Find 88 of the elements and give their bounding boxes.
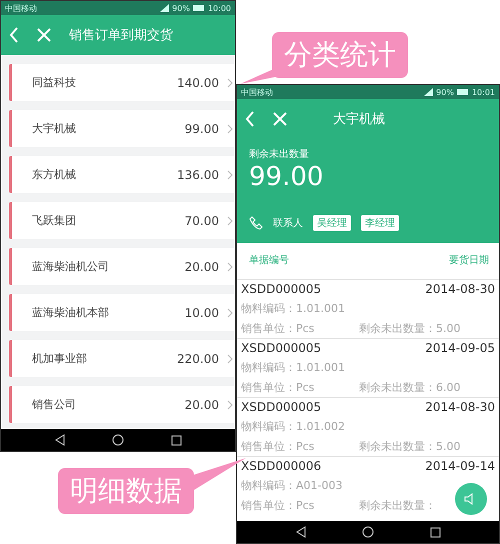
back-nav-icon[interactable] <box>54 434 66 446</box>
close-button[interactable] <box>37 28 51 42</box>
chevron-icon <box>227 308 233 318</box>
sales-unit: 销售单位：Pcs <box>241 321 314 336</box>
customer-name: 东方机械 <box>32 167 77 182</box>
amount-text: 136.00 <box>177 168 219 182</box>
material-code: 物料编码：1.01.002 <box>241 419 345 434</box>
customer-card[interactable]: 东方机械 136.00 <box>9 156 235 193</box>
back-button[interactable] <box>9 27 19 43</box>
customer-name: 销售公司 <box>32 397 77 412</box>
carrier-text: 中国移动 <box>241 86 273 98</box>
back-button[interactable] <box>245 111 255 127</box>
battery-text: 90% <box>436 88 454 96</box>
order-number: XSDD000005 <box>241 341 322 355</box>
amount-text: 20.00 <box>184 260 219 274</box>
order-row[interactable]: XSDD000005 2014-08-30 物料编码：1.01.002 销售单位：Pcs 剩余未出数量：5.00 <box>237 397 499 456</box>
remaining-quantity: 剩余未出数量：5.00 <box>359 439 460 454</box>
order-date: 2014-09-14 <box>425 459 495 473</box>
amount-text: 20.00 <box>184 398 219 412</box>
remaining-quantity: 剩余未出数量： <box>359 498 436 513</box>
order-date: 2014-08-30 <box>425 400 495 414</box>
battery-icon <box>456 89 469 95</box>
amount-text: 10.00 <box>184 306 219 320</box>
order-row[interactable]: XSDD000005 2014-09-05 物料编码：1.01.001 销售单位：Pcs 剩余未出数量：6.00 <box>237 338 499 397</box>
chevron-icon <box>227 354 233 364</box>
customer-card[interactable]: 销售公司 20.00 <box>9 386 235 423</box>
chevron-icon <box>227 400 233 410</box>
amount-text: 99.00 <box>184 122 219 136</box>
order-date: 2014-08-30 <box>425 282 495 296</box>
customer-card[interactable]: 机加事业部 220.00 <box>9 340 235 377</box>
close-icon <box>273 112 287 126</box>
chevron-icon <box>227 262 233 272</box>
sales-unit: 销售单位：Pcs <box>241 380 314 395</box>
sales-unit: 销售单位：Pcs <box>241 498 314 513</box>
order-number: XSDD000006 <box>241 459 322 473</box>
amount-text: 140.00 <box>177 76 219 90</box>
home-nav-icon[interactable] <box>362 526 374 538</box>
back-icon <box>245 111 255 127</box>
order-number: XSDD000005 <box>241 400 322 414</box>
material-code: 物料编码：1.01.001 <box>241 301 345 316</box>
summary-label: 剩余未出数量 <box>249 148 310 161</box>
customer-card[interactable]: 蓝海柴油机本部 10.00 <box>9 294 235 331</box>
column-header: 要货日期 <box>449 254 489 267</box>
amount-text: 70.00 <box>184 214 219 228</box>
customer-card[interactable]: 飞跃集团 70.00 <box>9 202 235 239</box>
clock-text: 10:00 <box>208 4 231 12</box>
close-icon <box>37 28 51 42</box>
chevron-icon <box>227 124 233 134</box>
column-header: 单据编号 <box>249 254 289 267</box>
carrier-text: 中国移动 <box>5 2 37 14</box>
chevron-icon <box>227 216 233 226</box>
signal-icon <box>160 4 170 12</box>
amount-text: 220.00 <box>177 352 219 366</box>
callout-label: 明细数据 <box>58 468 194 514</box>
home-nav-icon[interactable] <box>112 434 124 446</box>
customer-name: 大宇机械 <box>32 121 77 136</box>
customer-card[interactable]: 同益科技 140.00 <box>9 64 235 101</box>
back-nav-icon[interactable] <box>294 526 307 538</box>
remaining-quantity: 剩余未出数量：6.00 <box>359 380 460 395</box>
customer-card[interactable]: 大宇机械 99.00 <box>9 110 235 147</box>
screen-title: 大宇机械 <box>333 111 385 128</box>
material-code: 物料编码：1.01.001 <box>241 360 345 375</box>
sales-unit: 销售单位：Pcs <box>241 439 314 454</box>
order-date: 2014-09-05 <box>425 341 495 355</box>
recent-apps-icon[interactable] <box>170 434 182 446</box>
signal-icon <box>424 88 434 96</box>
close-button[interactable] <box>273 112 287 126</box>
chevron-icon <box>227 78 233 88</box>
contact-label: 联系人 <box>273 216 303 230</box>
customer-name: 同益科技 <box>32 75 77 90</box>
customer-name: 蓝海柴油机公司 <box>32 259 110 274</box>
battery-text: 90% <box>172 4 190 12</box>
customer-name: 蓝海柴油机本部 <box>32 305 110 320</box>
chevron-icon <box>227 170 233 180</box>
material-code: 物料编码：A01-003 <box>241 478 342 493</box>
order-row[interactable]: XSDD000005 2014-08-30 物料编码：1.01.001 销售单位：Pcs 剩余未出数量：5.00 <box>237 279 499 338</box>
screen-title: 销售订单到期交货 <box>69 27 173 44</box>
phone-icon <box>249 216 263 230</box>
customer-name: 机加事业部 <box>32 351 88 366</box>
back-icon <box>9 27 19 43</box>
clock-text: 10:01 <box>472 88 495 96</box>
remaining-quantity: 剩余未出数量：5.00 <box>359 321 460 336</box>
recent-apps-icon[interactable] <box>430 526 442 538</box>
battery-icon <box>192 5 205 11</box>
customer-name: 飞跃集团 <box>32 213 77 228</box>
summary-value: 99.00 <box>249 161 324 193</box>
customer-card[interactable]: 蓝海柴油机公司 20.00 <box>9 248 235 285</box>
order-number: XSDD000005 <box>241 282 322 296</box>
